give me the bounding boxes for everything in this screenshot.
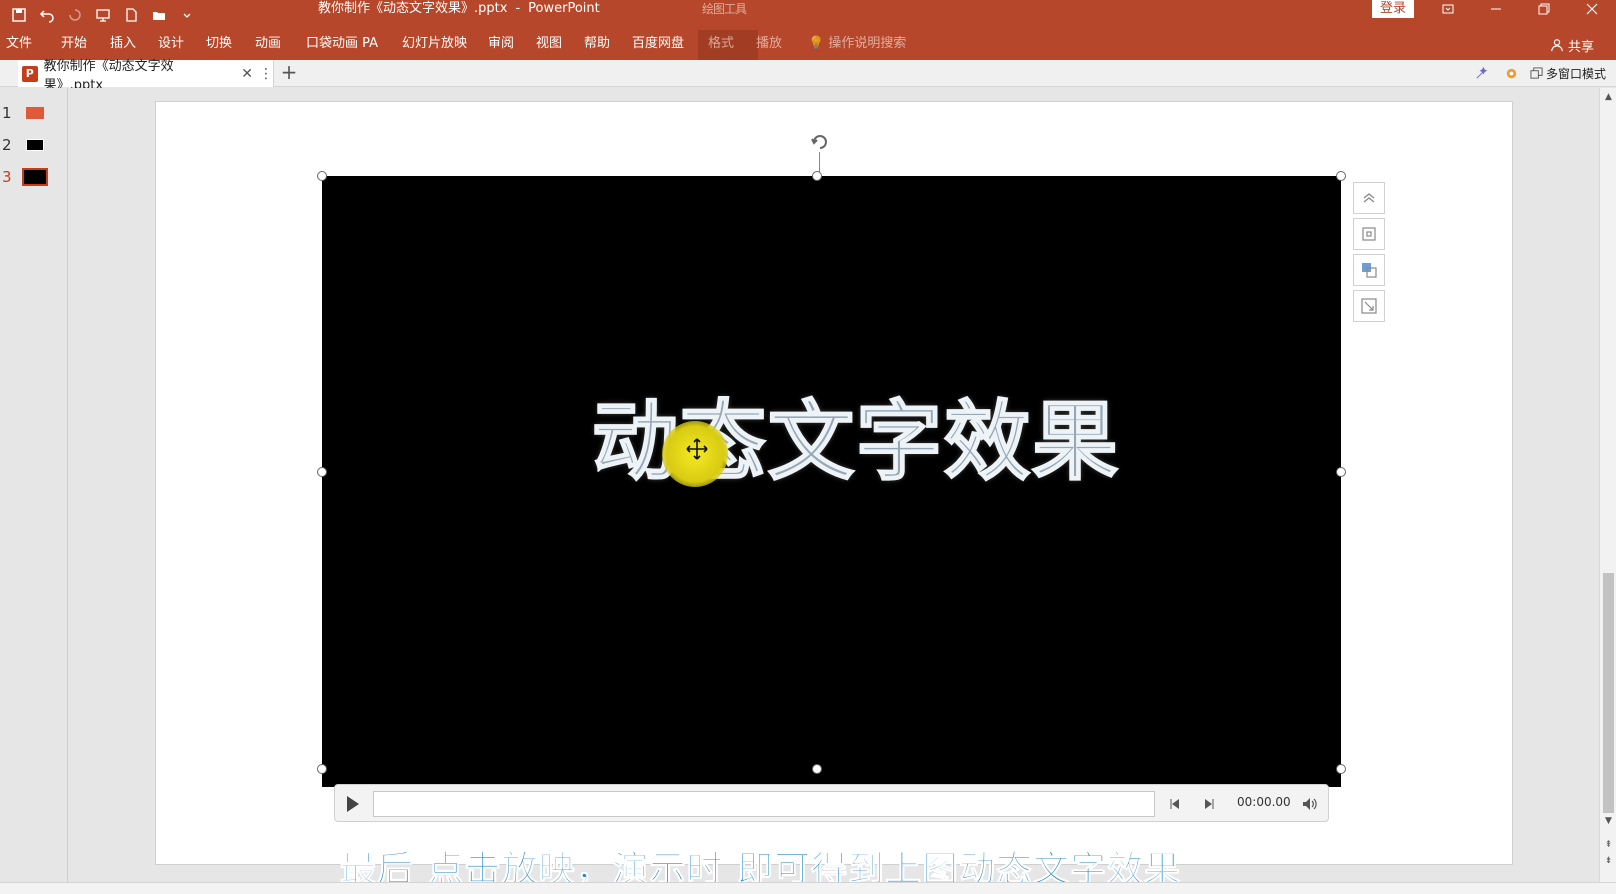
status-bar [0,882,1616,894]
next-slide-icon[interactable]: ⇟ [1603,856,1614,867]
multi-window-mode-button[interactable]: 多窗口模式 [1530,65,1606,82]
tab-slideshow[interactable]: 幻灯片放映 [402,30,467,60]
close-tab-icon[interactable]: ✕ [241,66,253,82]
tab-review[interactable]: 审阅 [488,30,514,60]
document-tab-label: 教你制作《动态文字效果》.pptx [43,58,174,93]
title-separator: - [515,1,521,16]
crop-shape-icon[interactable] [1353,254,1385,286]
login-button[interactable]: 登录 [1372,0,1414,18]
slide-thumbnail-3[interactable]: 3 [0,166,68,188]
title-bar: 教你制作《动态文字效果》.pptx - PowerPoint 绘图工具 登录 [0,0,1616,30]
docbar-tools: 多窗口模式 [1470,60,1616,87]
media-time: 00:00.00 [1237,795,1291,809]
slide-preview [26,139,44,151]
slide-preview [26,107,44,119]
powerpoint-icon: P [22,65,38,82]
object-side-toolbar [1353,182,1385,322]
customize-toolbar-icon[interactable] [174,2,200,28]
context-group-title: 绘图工具 [702,2,747,16]
restore-icon[interactable] [1520,0,1568,18]
ribbon-tabs: 文件 开始 插入 设计 切换 动画 口袋动画 PA 幻灯片放映 审阅 视图 帮助… [0,30,1616,60]
layout-options-icon[interactable] [1353,218,1385,250]
tell-me-search[interactable]: 💡 操作说明搜索 [808,30,906,60]
save-icon[interactable] [6,2,32,28]
scroll-down-icon[interactable]: ▼ [1603,816,1614,827]
slide-number: 3 [2,168,12,186]
settings-gear-icon[interactable] [1500,62,1524,86]
resize-handle-bottom-right[interactable] [1336,764,1346,774]
tab-format[interactable]: 格式 [708,30,734,60]
app-name: PowerPoint [528,1,600,16]
step-forward-icon[interactable] [1199,795,1217,813]
tab-pocket-animation[interactable]: 口袋动画 PA [306,30,378,60]
share-button[interactable]: 共享 [1550,30,1594,60]
move-cursor-icon [686,438,708,460]
resize-handle-bottom-left[interactable] [317,764,327,774]
document-tab-bar: P 教你制作《动态文字效果》.pptx ✕ ⋮ + 多窗口模式 [0,59,1616,93]
share-label: 共享 [1567,39,1594,55]
undo-icon[interactable] [34,2,60,28]
lightbulb-icon: 💡 [808,36,825,51]
tab-menu-icon[interactable]: ⋮ [259,66,273,82]
minimize-icon[interactable] [1472,0,1520,18]
ribbon-display-options-icon[interactable] [1424,0,1472,18]
magic-wand-icon[interactable] [1470,62,1494,86]
tab-view[interactable]: 视图 [536,30,562,60]
step-back-icon[interactable] [1167,795,1185,813]
multi-window-label: 多窗口模式 [1545,67,1606,81]
previous-slide-icon[interactable]: ⇞ [1603,840,1614,851]
resize-handle-right[interactable] [1336,467,1346,477]
present-icon[interactable] [90,2,116,28]
windows-icon [1530,67,1543,79]
slide-preview [22,168,48,186]
close-icon[interactable] [1568,0,1616,18]
new-file-icon[interactable] [118,2,144,28]
slide-number: 2 [2,136,12,154]
vertical-scrollbar[interactable]: ▲ ▼ ⇞ ⇟ [1599,88,1616,882]
search-placeholder: 操作说明搜索 [828,36,907,51]
window-controls [1424,0,1616,30]
tab-animations[interactable]: 动画 [255,30,281,60]
resize-handle-top[interactable] [812,171,822,181]
slide-thumbnail-2[interactable]: 2 [0,134,68,156]
volume-icon[interactable] [1301,795,1319,813]
slide[interactable]: 动态文字效果 00:00.00 [155,101,1513,865]
play-icon[interactable] [341,793,363,815]
tab-playback[interactable]: 播放 [756,30,782,60]
person-icon [1551,39,1563,52]
tab-file[interactable]: 文件 [6,30,32,60]
scroll-up-icon[interactable]: ▲ [1603,92,1614,103]
resize-handle-top-left[interactable] [317,171,327,181]
slide-number: 1 [2,104,12,122]
slide-thumbnail-pane: 1 2 3 [0,88,68,882]
rotate-handle-icon[interactable] [807,129,833,155]
slide-thumbnail-1[interactable]: 1 [0,102,68,124]
window-title: 教你制作《动态文字效果》.pptx - PowerPoint [318,0,600,30]
slide-editor-canvas: 动态文字效果 00:00.00 [69,88,1599,882]
redo-icon[interactable] [62,2,88,28]
media-player-bar: 00:00.00 [334,784,1329,822]
video-object[interactable]: 动态文字效果 [322,176,1341,787]
resize-handle-bottom[interactable] [812,764,822,774]
document-tab[interactable]: P 教你制作《动态文字效果》.pptx ✕ ⋮ [18,59,274,93]
resize-handle-left[interactable] [317,467,327,477]
scrollbar-thumb[interactable] [1603,573,1614,813]
tab-baidu-netdisk[interactable]: 百度网盘 [632,30,684,60]
open-folder-icon[interactable] [146,2,172,28]
document-name: 教你制作《动态文字效果》.pptx [318,1,508,16]
tab-help[interactable]: 帮助 [584,30,610,60]
media-progress-bar[interactable] [373,791,1155,817]
collapse-up-icon[interactable] [1353,182,1385,214]
resize-handle-top-right[interactable] [1336,171,1346,181]
add-tab-button[interactable]: + [278,62,300,84]
quick-access-toolbar [6,0,200,30]
resize-diagonal-icon[interactable] [1353,290,1385,322]
